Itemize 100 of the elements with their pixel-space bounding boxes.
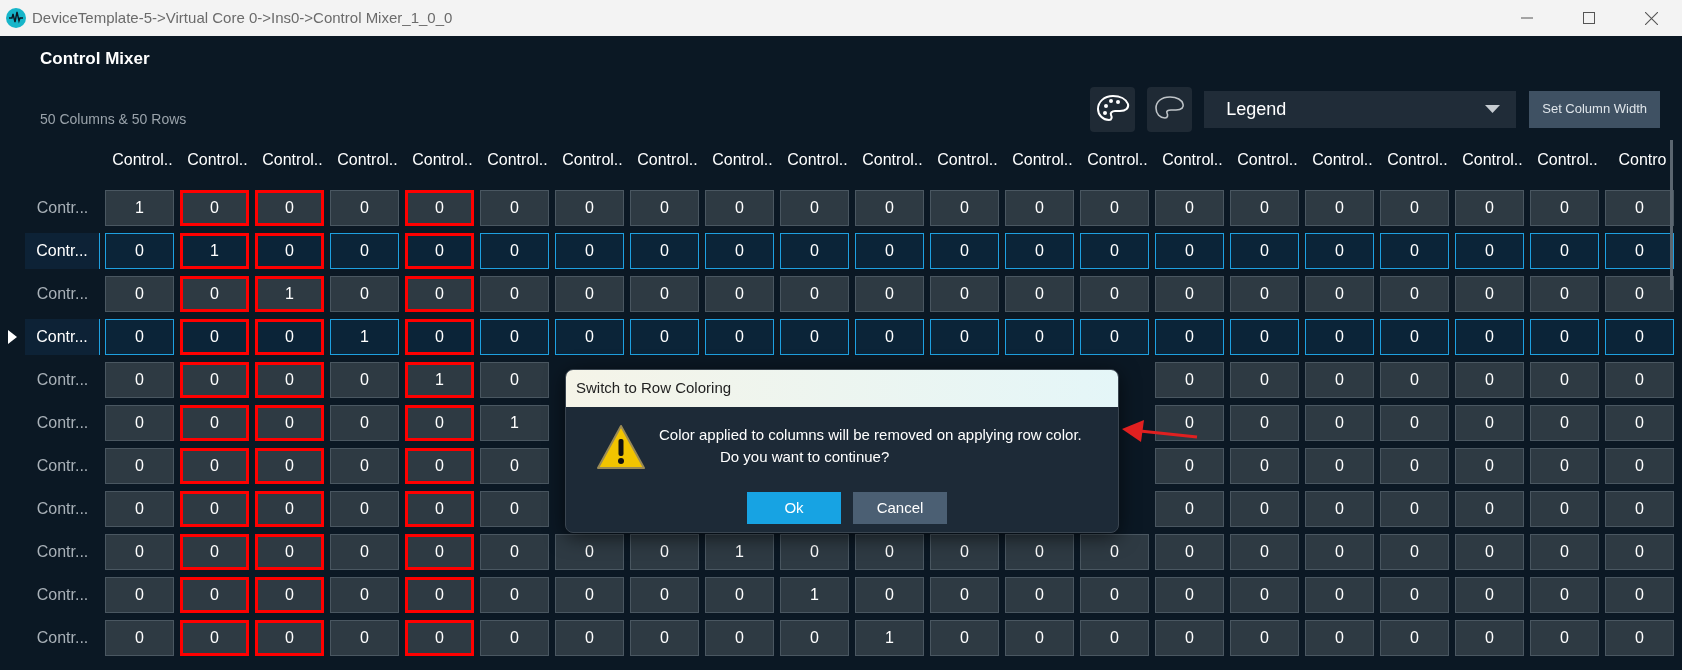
column-header[interactable]: Control.. <box>1462 148 1523 172</box>
matrix-cell[interactable]: 0 <box>480 362 549 398</box>
matrix-cell[interactable]: 0 <box>1455 448 1524 484</box>
set-column-width-button[interactable]: Set Column Width <box>1529 90 1660 128</box>
matrix-cell[interactable]: 0 <box>1080 577 1149 613</box>
matrix-cell[interactable]: 0 <box>1605 620 1674 656</box>
matrix-cell[interactable]: 1 <box>255 276 324 312</box>
matrix-cell[interactable]: 0 <box>1155 620 1224 656</box>
matrix-cell[interactable]: 0 <box>180 577 249 613</box>
matrix-cell[interactable]: 0 <box>555 620 624 656</box>
matrix-cell[interactable]: 0 <box>1230 448 1299 484</box>
matrix-cell[interactable]: 0 <box>1530 448 1599 484</box>
palette-button[interactable] <box>1090 86 1136 132</box>
maximize-icon[interactable] <box>1583 12 1595 24</box>
matrix-cell[interactable]: 0 <box>1530 362 1599 398</box>
matrix-cell[interactable]: 0 <box>555 233 624 269</box>
row-header[interactable]: Contr... <box>25 190 100 226</box>
matrix-cell[interactable]: 0 <box>855 319 924 355</box>
matrix-cell[interactable]: 0 <box>255 319 324 355</box>
matrix-cell[interactable]: 0 <box>1380 577 1449 613</box>
scrollbar-thumb[interactable] <box>1670 140 1673 290</box>
matrix-cell[interactable]: 0 <box>1530 190 1599 226</box>
matrix-cell[interactable]: 0 <box>1005 276 1074 312</box>
column-header[interactable]: Control.. <box>1087 148 1148 172</box>
matrix-cell[interactable]: 0 <box>930 620 999 656</box>
matrix-cell[interactable]: 0 <box>105 491 174 527</box>
column-header[interactable]: Control.. <box>187 148 248 172</box>
matrix-cell[interactable]: 0 <box>180 190 249 226</box>
matrix-cell[interactable]: 0 <box>1605 319 1674 355</box>
column-header[interactable]: Control.. <box>562 148 623 172</box>
matrix-cell[interactable]: 0 <box>330 405 399 441</box>
matrix-cell[interactable]: 0 <box>1605 233 1674 269</box>
matrix-cell[interactable]: 0 <box>255 448 324 484</box>
matrix-cell[interactable]: 0 <box>1080 276 1149 312</box>
matrix-cell[interactable]: 0 <box>1230 362 1299 398</box>
column-header[interactable]: Control.. <box>787 148 848 172</box>
matrix-cell[interactable]: 0 <box>1380 233 1449 269</box>
matrix-cell[interactable]: 0 <box>330 534 399 570</box>
matrix-cell[interactable]: 0 <box>705 577 774 613</box>
matrix-cell[interactable]: 0 <box>405 405 474 441</box>
matrix-cell[interactable]: 1 <box>330 319 399 355</box>
matrix-cell[interactable]: 0 <box>330 190 399 226</box>
matrix-cell[interactable]: 0 <box>1005 319 1074 355</box>
matrix-cell[interactable]: 0 <box>1380 534 1449 570</box>
matrix-cell[interactable]: 0 <box>405 620 474 656</box>
matrix-cell[interactable]: 0 <box>630 276 699 312</box>
column-header[interactable]: Control.. <box>262 148 323 172</box>
column-header[interactable]: Contro <box>1618 148 1667 172</box>
matrix-cell[interactable]: 0 <box>1530 319 1599 355</box>
dialog-button[interactable]: Cancel <box>853 492 947 524</box>
matrix-cell[interactable]: 0 <box>480 620 549 656</box>
matrix-cell[interactable]: 0 <box>1455 620 1524 656</box>
matrix-cell[interactable]: 0 <box>1455 233 1524 269</box>
matrix-cell[interactable]: 0 <box>930 276 999 312</box>
matrix-cell[interactable]: 1 <box>705 534 774 570</box>
matrix-cell[interactable]: 0 <box>630 534 699 570</box>
column-header[interactable]: Control.. <box>412 148 473 172</box>
matrix-cell[interactable]: 0 <box>1455 577 1524 613</box>
matrix-cell[interactable]: 0 <box>555 577 624 613</box>
matrix-cell[interactable]: 0 <box>480 190 549 226</box>
matrix-cell[interactable]: 0 <box>1605 534 1674 570</box>
matrix-cell[interactable]: 0 <box>480 319 549 355</box>
matrix-cell[interactable]: 0 <box>1530 577 1599 613</box>
matrix-cell[interactable]: 0 <box>630 233 699 269</box>
matrix-cell[interactable]: 0 <box>1605 190 1674 226</box>
matrix-cell[interactable]: 0 <box>1080 319 1149 355</box>
matrix-cell[interactable]: 0 <box>1080 233 1149 269</box>
matrix-cell[interactable]: 0 <box>105 319 174 355</box>
matrix-cell[interactable]: 0 <box>1005 534 1074 570</box>
matrix-cell[interactable]: 0 <box>405 319 474 355</box>
matrix-cell[interactable]: 0 <box>1230 534 1299 570</box>
matrix-cell[interactable]: 0 <box>1305 405 1374 441</box>
matrix-cell[interactable]: 0 <box>780 233 849 269</box>
matrix-cell[interactable]: 1 <box>780 577 849 613</box>
matrix-cell[interactable]: 0 <box>630 620 699 656</box>
matrix-cell[interactable]: 0 <box>855 190 924 226</box>
row-header[interactable]: Contr... <box>25 534 100 570</box>
matrix-cell[interactable]: 0 <box>1305 577 1374 613</box>
matrix-cell[interactable]: 0 <box>330 362 399 398</box>
matrix-cell[interactable]: 0 <box>255 620 324 656</box>
matrix-cell[interactable]: 0 <box>405 276 474 312</box>
matrix-cell[interactable]: 0 <box>180 362 249 398</box>
matrix-cell[interactable]: 0 <box>705 319 774 355</box>
matrix-cell[interactable]: 0 <box>180 491 249 527</box>
matrix-cell[interactable]: 0 <box>855 534 924 570</box>
matrix-cell[interactable]: 0 <box>1455 534 1524 570</box>
matrix-cell[interactable]: 0 <box>330 620 399 656</box>
matrix-cell[interactable]: 0 <box>1230 620 1299 656</box>
matrix-cell[interactable]: 0 <box>1305 190 1374 226</box>
matrix-cell[interactable]: 0 <box>855 577 924 613</box>
matrix-cell[interactable]: 0 <box>1530 276 1599 312</box>
matrix-cell[interactable]: 0 <box>1530 491 1599 527</box>
matrix-cell[interactable]: 0 <box>1605 276 1674 312</box>
matrix-cell[interactable]: 0 <box>255 190 324 226</box>
matrix-cell[interactable]: 0 <box>480 491 549 527</box>
matrix-cell[interactable]: 0 <box>1305 276 1374 312</box>
column-header[interactable]: Control.. <box>1312 148 1373 172</box>
matrix-cell[interactable]: 0 <box>1005 620 1074 656</box>
matrix-cell[interactable]: 0 <box>1455 362 1524 398</box>
matrix-cell[interactable]: 0 <box>330 276 399 312</box>
